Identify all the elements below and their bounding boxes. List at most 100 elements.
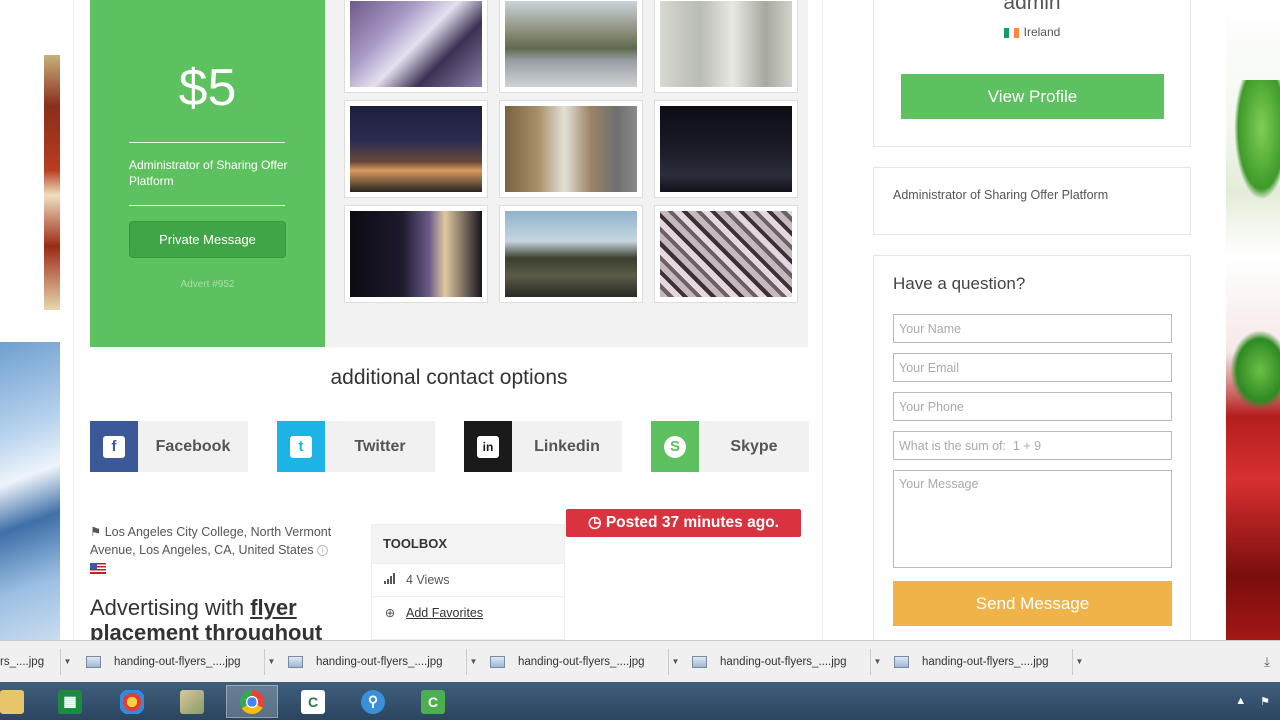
excel-icon[interactable]: ▦ bbox=[44, 685, 96, 718]
download-filename: rs_....jpg bbox=[0, 656, 45, 668]
phone-field[interactable] bbox=[893, 392, 1172, 421]
background-image-sky bbox=[0, 342, 60, 640]
listing-hero: $5 Administrator of Sharing Offer Platfo… bbox=[90, 0, 808, 347]
wall-posters-photo bbox=[660, 1, 792, 87]
chevron-down-icon[interactable]: ▼ bbox=[870, 649, 884, 675]
chevron-down-icon[interactable]: ▼ bbox=[668, 649, 682, 675]
gallery-photo[interactable] bbox=[344, 100, 488, 198]
download-filename: handing-out-flyers_....jpg bbox=[720, 656, 847, 668]
downloads-bar: rs_....jpg ▼ handing-out-flyers_....jpg … bbox=[0, 640, 1280, 682]
gallery-photo[interactable] bbox=[344, 205, 488, 303]
search-app-icon[interactable]: ⚲ bbox=[347, 685, 399, 718]
gallery-photo[interactable] bbox=[344, 0, 488, 93]
email-field[interactable] bbox=[893, 353, 1172, 382]
background-left-strip bbox=[0, 0, 60, 640]
camtasia-icon[interactable]: C bbox=[287, 685, 339, 718]
author-name: admin bbox=[1003, 0, 1061, 14]
twitter-button[interactable]: t Twitter bbox=[277, 421, 435, 472]
bulletin-board-photo bbox=[505, 106, 637, 192]
social-label: Linkedin bbox=[534, 438, 600, 455]
send-message-button[interactable]: Send Message bbox=[893, 581, 1172, 626]
tray-expand-icon[interactable]: ▲ bbox=[1235, 695, 1246, 707]
night-street-photo bbox=[350, 106, 482, 192]
system-tray: ▲ ⚑ bbox=[1235, 682, 1270, 720]
chevron-down-icon[interactable]: ▼ bbox=[60, 649, 74, 675]
section-title: additional contact options bbox=[330, 366, 568, 389]
download-item[interactable]: handing-out-flyers_....jpg ▼ bbox=[888, 649, 1086, 675]
price: $5 bbox=[178, 59, 237, 117]
author-country: Ireland bbox=[874, 25, 1190, 39]
file-explorer-icon[interactable] bbox=[0, 685, 38, 718]
message-field[interactable] bbox=[893, 470, 1172, 568]
gallery-photo[interactable] bbox=[654, 205, 798, 303]
background-leaf bbox=[1230, 330, 1280, 410]
private-message-button[interactable]: Private Message bbox=[129, 221, 286, 258]
gallery-photo[interactable] bbox=[654, 0, 798, 93]
gallery-photo[interactable] bbox=[654, 100, 798, 198]
skype-button[interactable]: S Skype bbox=[651, 421, 809, 472]
download-item[interactable]: handing-out-flyers_....jpg ▼ bbox=[484, 649, 682, 675]
linkedin-button[interactable]: in Linkedin bbox=[464, 421, 622, 472]
download-filename: handing-out-flyers_....jpg bbox=[114, 656, 241, 668]
taskbar: ▦ C ⚲ C ▲ ⚑ bbox=[0, 682, 1280, 720]
background-leaf bbox=[1234, 80, 1280, 200]
posted-time-text: Posted 37 minutes ago. bbox=[605, 514, 779, 531]
question-form-title: Have a question? bbox=[893, 274, 1026, 293]
name-field[interactable] bbox=[893, 314, 1172, 343]
download-filename: handing-out-flyers_....jpg bbox=[316, 656, 443, 668]
download-item[interactable]: rs_....jpg ▼ bbox=[0, 649, 74, 675]
author-description-card: Administrator of Sharing Offer Platform bbox=[873, 167, 1191, 235]
gallery-photo[interactable] bbox=[499, 205, 643, 303]
listing-page: $5 Administrator of Sharing Offer Platfo… bbox=[73, 0, 823, 645]
image-file-icon bbox=[288, 656, 303, 668]
listing-title: Advertising with flyer placement through… bbox=[90, 595, 360, 645]
action-center-flag-icon[interactable]: ⚑ bbox=[1260, 695, 1270, 708]
toolbox: TOOLBOX 4 Views ⊕ Add Favorites bbox=[371, 524, 565, 640]
chevron-down-icon[interactable]: ▼ bbox=[466, 649, 480, 675]
title-prefix: Advertising with bbox=[90, 595, 251, 620]
map-pin-icon: ⚑ bbox=[90, 525, 102, 539]
download-item[interactable]: handing-out-flyers_....jpg ▼ bbox=[282, 649, 480, 675]
download-filename: handing-out-flyers_....jpg bbox=[518, 656, 645, 668]
author-description: Administrator of Sharing Offer Platform bbox=[129, 158, 288, 188]
add-favorites-link[interactable]: Add Favorites bbox=[406, 606, 483, 620]
toolbox-heading: TOOLBOX bbox=[372, 525, 564, 563]
background-right-strip bbox=[1226, 0, 1280, 640]
linkedin-icon: in bbox=[464, 421, 512, 472]
views-row: 4 Views bbox=[372, 563, 564, 596]
camtasia-recorder-icon[interactable]: C bbox=[407, 685, 459, 718]
facebook-button[interactable]: f Facebook bbox=[90, 421, 248, 472]
posted-time-badge: ◷ Posted 37 minutes ago. bbox=[566, 509, 801, 537]
color-app-icon[interactable] bbox=[106, 685, 158, 718]
facebook-icon: f bbox=[90, 421, 138, 472]
advert-id: Advert #952 bbox=[180, 279, 235, 290]
chrome-icon[interactable] bbox=[226, 685, 278, 718]
interior-doorway-photo bbox=[350, 1, 482, 87]
author-description: Administrator of Sharing Offer Platform bbox=[893, 188, 1109, 202]
dark-street-photo bbox=[660, 106, 792, 192]
download-icon[interactable]: ⤓ bbox=[1254, 649, 1280, 675]
download-item[interactable]: handing-out-flyers_....jpg ▼ bbox=[80, 649, 278, 675]
info-icon[interactable]: i bbox=[317, 545, 329, 557]
download-item[interactable]: handing-out-flyers_....jpg ▼ bbox=[686, 649, 884, 675]
price-card: $5 Administrator of Sharing Offer Platfo… bbox=[90, 0, 325, 347]
chevron-down-icon[interactable]: ▼ bbox=[264, 649, 278, 675]
newsstand-photo bbox=[660, 211, 792, 297]
image-file-icon bbox=[490, 656, 505, 668]
view-profile-button[interactable]: View Profile bbox=[901, 74, 1164, 119]
listing-location: ⚑ Los Angeles City College, North Vermon… bbox=[90, 523, 350, 577]
chevron-down-icon[interactable]: ▼ bbox=[1072, 649, 1086, 675]
image-file-icon bbox=[894, 656, 909, 668]
question-form-card: Have a question? Send Message bbox=[873, 255, 1191, 640]
author-profile-card: admin Ireland View Profile bbox=[873, 0, 1191, 147]
gallery-photo[interactable] bbox=[499, 100, 643, 198]
image-file-icon bbox=[692, 656, 707, 668]
country-name: Ireland bbox=[1023, 25, 1061, 39]
social-label: Twitter bbox=[354, 438, 406, 455]
captcha-sum-field[interactable] bbox=[893, 431, 1172, 460]
title-keyword-link[interactable]: flyer bbox=[250, 595, 296, 620]
favorites-row: ⊕ Add Favorites bbox=[372, 596, 564, 629]
gallery-photo[interactable] bbox=[499, 0, 643, 93]
map-app-icon[interactable] bbox=[166, 685, 218, 718]
hollywood-street-photo bbox=[505, 1, 637, 87]
